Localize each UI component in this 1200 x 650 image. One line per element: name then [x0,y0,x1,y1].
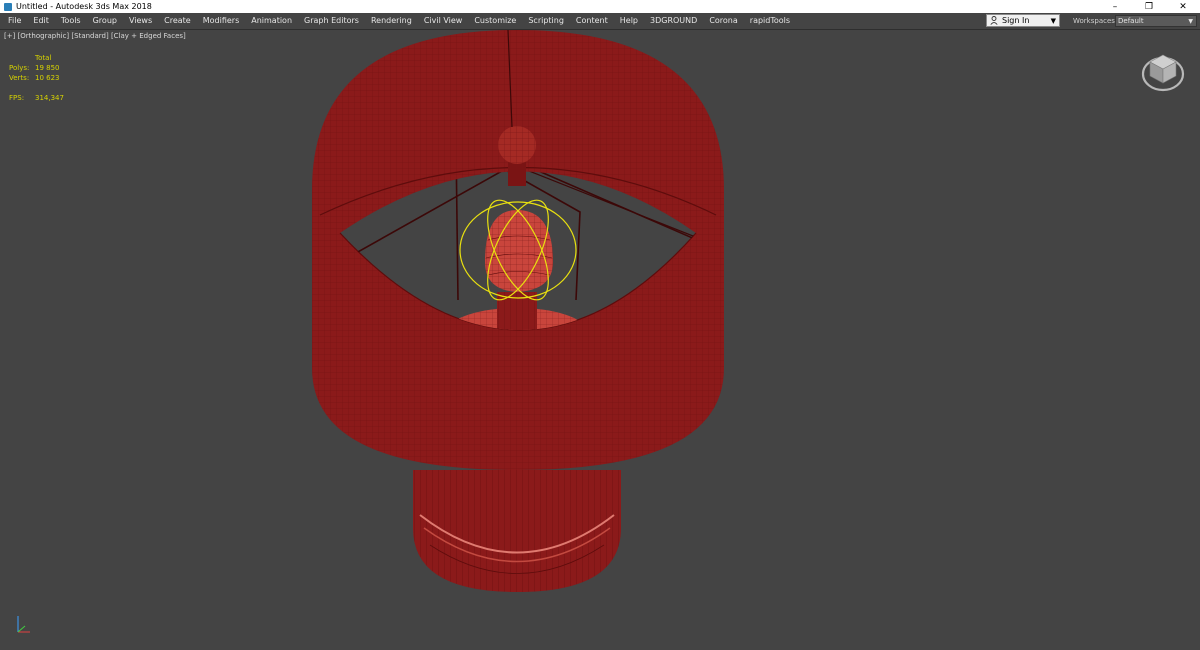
perspective-viewport[interactable]: [+] [Orthographic] [Standard] [Clay + Ed… [0,30,1200,650]
sign-in-dropdown[interactable]: Sign In ▼ [986,14,1060,27]
menu-civil-view[interactable]: Civil View [418,13,469,29]
chevron-down-icon: ▼ [1188,18,1193,25]
polys-value: 19 850 [35,64,60,72]
menu-customize[interactable]: Customize [468,13,522,29]
viewport-shading-menu[interactable]: [Clay + Edged Faces] [111,32,186,40]
menu-rendering[interactable]: Rendering [365,13,418,29]
menu-rapidtools[interactable]: rapidTools [744,13,796,29]
menu-group[interactable]: Group [87,13,123,29]
menu-views[interactable]: Views [123,13,158,29]
viewport-point-of-view-menu[interactable]: [Orthographic] [18,32,70,40]
menu-tools[interactable]: Tools [55,13,87,29]
chevron-down-icon: ▼ [1050,17,1056,25]
axis-tripod-icon [17,616,30,633]
workspaces-select[interactable]: Default ▼ [1115,15,1197,27]
lamp-base[interactable] [413,470,621,592]
window-title: Untitled - Autodesk 3ds Max 2018 [16,2,152,11]
menu-3dground[interactable]: 3DGROUND [644,13,703,29]
viewport-label-menu: [+] [Orthographic] [Standard] [Clay + Ed… [4,32,186,40]
menu-create[interactable]: Create [158,13,197,29]
fps-value: 314,347 [35,94,64,102]
verts-label: Verts: [9,74,30,82]
polys-label: Polys: [9,64,30,72]
lamp-model[interactable] [0,30,1200,650]
workspaces-label: Workspaces: [1073,17,1118,25]
menu-content[interactable]: Content [570,13,614,29]
viewcube-icon[interactable] [1140,48,1186,94]
menu-graph-editors[interactable]: Graph Editors [298,13,365,29]
menu-scripting[interactable]: Scripting [522,13,570,29]
verts-value: 10 623 [35,74,60,82]
app-icon [4,2,12,11]
menu-animation[interactable]: Animation [245,13,298,29]
sign-in-label: Sign In [1002,16,1030,25]
stats-header: Total [35,54,52,62]
menu-help[interactable]: Help [614,13,644,29]
fps-label: FPS: [9,94,25,102]
restore-button[interactable]: ❐ [1132,0,1166,13]
minimize-button[interactable]: – [1098,0,1132,13]
viewport-standard-menu[interactable]: [Standard] [71,32,108,40]
viewport-general-menu[interactable]: [+] [4,32,15,40]
user-icon [990,16,998,25]
title-bar: Untitled - Autodesk 3ds Max 2018 – ❐ ✕ [0,0,1200,13]
menu-modifiers[interactable]: Modifiers [197,13,246,29]
workspaces-value: Default [1118,17,1144,25]
window-controls: – ❐ ✕ [1098,0,1200,13]
menu-corona[interactable]: Corona [703,13,743,29]
statistics-overlay: Total Polys: 19 850 Verts: 10 623 FPS: 314,… [9,53,64,103]
close-button[interactable]: ✕ [1166,0,1200,13]
menu-edit[interactable]: Edit [27,13,55,29]
menu-file[interactable]: File [0,13,27,29]
